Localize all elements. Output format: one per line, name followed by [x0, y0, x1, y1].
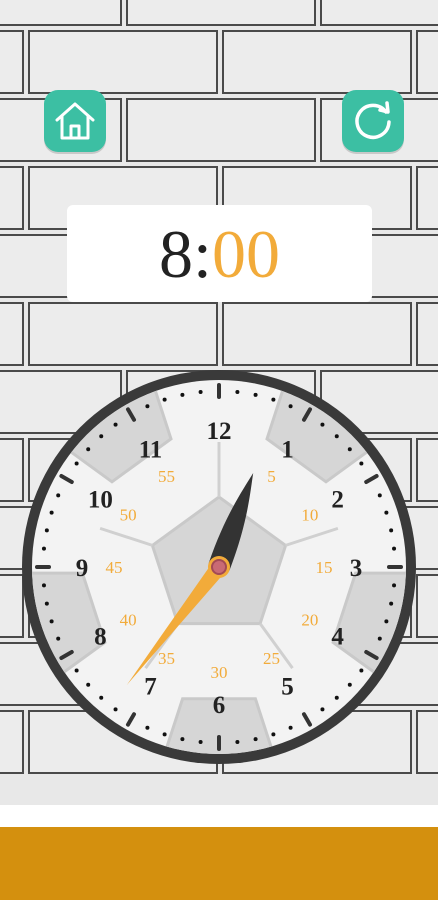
time-minutes: 00 — [211, 215, 280, 292]
reset-button[interactable] — [342, 90, 404, 152]
time-separator: : — [193, 215, 212, 292]
minute-number: 20 — [301, 611, 318, 630]
hour-number: 3 — [350, 555, 363, 582]
minute-number: 15 — [316, 558, 333, 577]
digital-time-display: 8 : 00 — [67, 205, 372, 302]
house-icon — [55, 102, 95, 140]
hour-number: 2 — [331, 487, 344, 514]
minute-number: 50 — [120, 506, 137, 525]
home-button[interactable] — [44, 90, 106, 152]
hour-number: 6 — [213, 692, 226, 719]
minute-number: 25 — [263, 649, 280, 668]
minute-number: 55 — [158, 467, 175, 486]
minute-number: 10 — [301, 506, 318, 525]
hour-number: 8 — [94, 624, 107, 651]
hour-number: 4 — [331, 624, 344, 651]
clock-center-cap — [211, 559, 227, 575]
hour-number: 12 — [207, 418, 232, 445]
bottom-bar — [0, 827, 438, 900]
refresh-icon — [355, 101, 391, 140]
hour-number: 1 — [281, 436, 294, 463]
hour-number: 9 — [76, 555, 89, 582]
minute-number: 30 — [211, 663, 228, 682]
hour-number: 10 — [88, 487, 113, 514]
minute-number: 35 — [158, 649, 175, 668]
minute-number: 40 — [120, 611, 137, 630]
time-hours: 8 — [159, 215, 194, 292]
hour-number: 11 — [139, 436, 163, 463]
hour-number: 5 — [281, 674, 294, 701]
minute-number: 5 — [267, 467, 276, 486]
minute-number: 45 — [106, 558, 123, 577]
analog-clock[interactable]: 510152025303540455055 121234567891011 — [19, 367, 419, 767]
bottom-spacer — [0, 805, 438, 827]
hour-number: 7 — [144, 674, 157, 701]
